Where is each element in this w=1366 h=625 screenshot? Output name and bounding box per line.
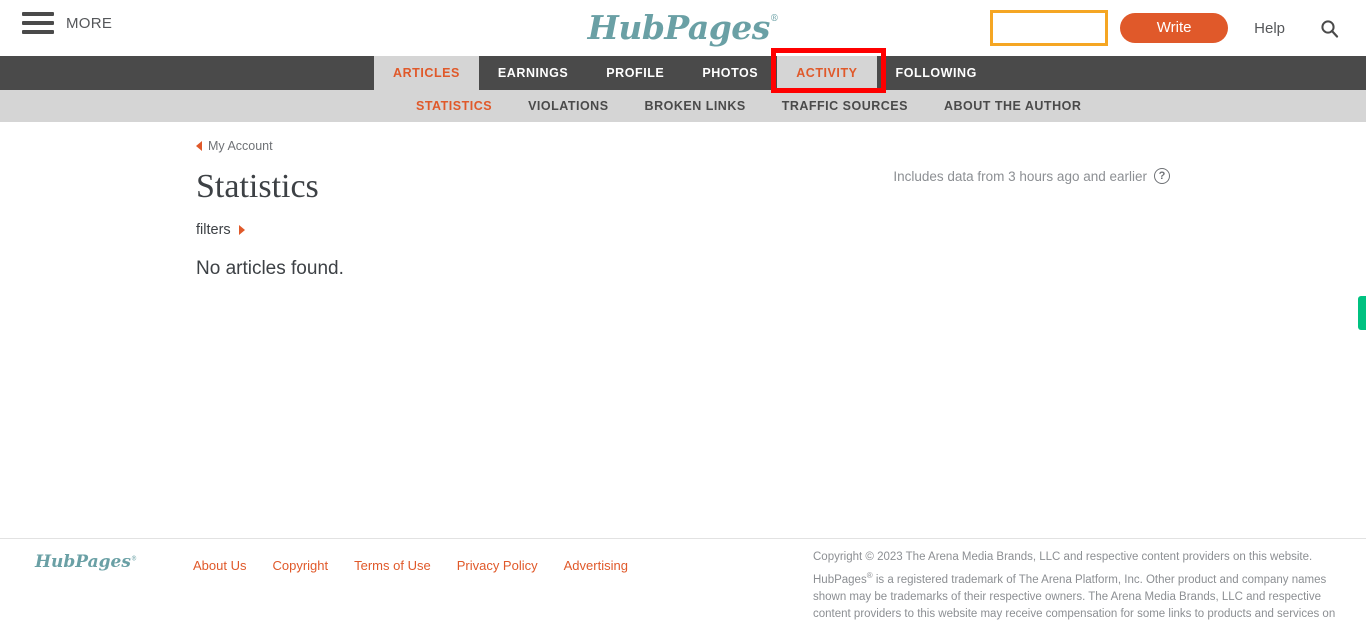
secondary-navigation: STATISTICS VIOLATIONS BROKEN LINKS TRAFF…	[0, 90, 1366, 122]
nav-tab-activity[interactable]: ACTIVITY	[777, 56, 877, 90]
footer-hubpages-logo[interactable]: HubPages®	[35, 552, 137, 572]
account-input-box[interactable]	[990, 10, 1109, 46]
subnav-item-about-the-author[interactable]: ABOUT THE AUTHOR	[926, 99, 1099, 113]
footer-link-advertising[interactable]: Advertising	[564, 558, 628, 573]
filters-toggle[interactable]: filters	[196, 222, 245, 238]
data-freshness-text: Includes data from 3 hours ago and earli…	[893, 168, 1147, 184]
feedback-side-tab[interactable]	[1358, 296, 1366, 330]
footer-link-terms-of-use[interactable]: Terms of Use	[354, 558, 431, 573]
data-freshness-note: Includes data from 3 hours ago and earli…	[893, 168, 1170, 184]
footer-link-about-us[interactable]: About Us	[193, 558, 246, 573]
footer-registered-mark: ®	[130, 555, 137, 563]
copyright-text: Copyright © 2023 The Arena Media Brands,…	[813, 549, 1341, 625]
primary-navigation: ARTICLES EARNINGS PROFILE PHOTOS ACTIVIT…	[0, 56, 1366, 90]
empty-state-message: No articles found.	[196, 258, 344, 279]
nav-tab-photos[interactable]: PHOTOS	[683, 56, 777, 90]
more-menu-label: MORE	[66, 14, 113, 32]
nav-left-spacer	[0, 56, 374, 90]
nav-tab-following[interactable]: FOLLOWING	[877, 56, 996, 90]
triangle-right-icon	[238, 225, 245, 235]
write-button[interactable]: Write	[1120, 13, 1229, 43]
breadcrumb[interactable]: My Account	[196, 139, 273, 153]
header-actions: Write Help	[990, 0, 1366, 56]
search-icon-glyph	[1320, 19, 1338, 38]
hubpages-logo[interactable]: HubPages®	[588, 8, 779, 47]
breadcrumb-label: My Account	[208, 139, 273, 153]
page-title: Statistics	[196, 168, 319, 205]
top-header: MORE HubPages® Write Help	[0, 0, 1366, 56]
hubpages-logo-text: HubPages	[587, 8, 771, 47]
search-icon[interactable]	[1319, 18, 1339, 38]
filters-label: filters	[196, 222, 231, 238]
site-footer: HubPages® About Us Copyright Terms of Us…	[0, 538, 1366, 625]
subnav-item-broken-links[interactable]: BROKEN LINKS	[627, 99, 764, 113]
nav-tab-profile[interactable]: PROFILE	[587, 56, 683, 90]
subnav-item-violations[interactable]: VIOLATIONS	[510, 99, 626, 113]
footer-links: About Us Copyright Terms of Use Privacy …	[193, 558, 628, 573]
question-mark-icon[interactable]: ?	[1154, 168, 1170, 184]
page-root: MORE HubPages® Write Help ARTICLES EARNI…	[0, 0, 1366, 625]
registered-mark: ®	[769, 14, 779, 24]
nav-tab-articles[interactable]: ARTICLES	[374, 56, 479, 90]
subnav-item-statistics[interactable]: STATISTICS	[398, 99, 510, 113]
more-menu-button[interactable]: MORE	[22, 12, 112, 34]
nav-tab-earnings[interactable]: EARNINGS	[479, 56, 587, 90]
hamburger-menu-icon[interactable]	[22, 12, 54, 34]
subnav-item-traffic-sources[interactable]: TRAFFIC SOURCES	[764, 99, 926, 113]
footer-link-privacy-policy[interactable]: Privacy Policy	[457, 558, 538, 573]
triangle-left-icon	[196, 141, 202, 151]
copyright-part-two: is a registered trademark of The Arena P…	[813, 573, 1336, 621]
help-link[interactable]: Help	[1254, 20, 1285, 37]
footer-logo-text: HubPages	[35, 552, 131, 572]
main-content: My Account Statistics filters No article…	[0, 122, 1366, 538]
footer-link-copyright[interactable]: Copyright	[272, 558, 328, 573]
